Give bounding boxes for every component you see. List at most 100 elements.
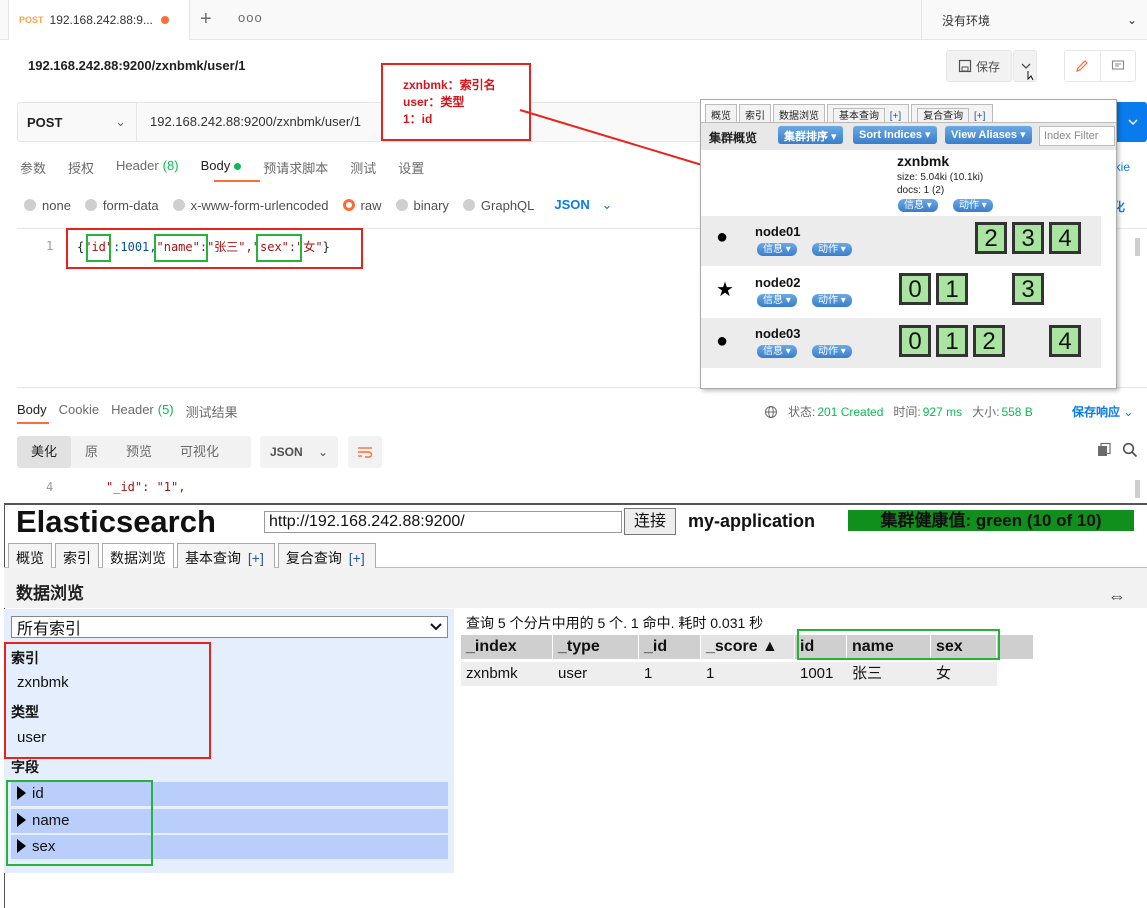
- search-icon[interactable]: [1122, 442, 1138, 458]
- shard-box[interactable]: 3: [1012, 273, 1044, 305]
- environment-selector[interactable]: 没有环境 ⌄: [921, 0, 1147, 40]
- cell-field-name[interactable]: 张三: [847, 662, 931, 686]
- resp-tab-header[interactable]: Header (5): [111, 402, 174, 421]
- popup-tab-basic-query-plus: [+]: [889, 111, 902, 122]
- tab-prerequest[interactable]: 预请求脚本: [263, 158, 328, 177]
- cell-index[interactable]: zxnbmk: [461, 662, 553, 686]
- radio-icon: [395, 199, 408, 211]
- save-button[interactable]: 保存: [946, 50, 1012, 82]
- copy-icon[interactable]: [1096, 442, 1112, 458]
- node-info-button[interactable]: 信息 ▾: [757, 243, 797, 256]
- node-info-button[interactable]: 信息 ▾: [757, 345, 797, 358]
- sort-indices-button[interactable]: Sort Indices ▾: [853, 126, 937, 144]
- index-select[interactable]: 所有索引: [11, 616, 448, 638]
- col-index[interactable]: _index: [461, 635, 553, 659]
- method-select[interactable]: POST ⌄: [17, 102, 137, 142]
- radio-none[interactable]: none: [24, 198, 71, 213]
- cell-id[interactable]: 1: [639, 662, 701, 686]
- send-dropdown-button[interactable]: [1117, 102, 1147, 142]
- view-raw[interactable]: 原: [71, 436, 112, 468]
- es-tab-overview[interactable]: 概览: [8, 543, 52, 568]
- tab-body[interactable]: Body: [201, 158, 242, 177]
- resize-handle-icon[interactable]: ⇔: [1108, 586, 1126, 607]
- es-tab-browser[interactable]: 数据浏览: [102, 543, 174, 568]
- cluster-url-input[interactable]: http://192.168.242.88:9200/: [264, 511, 622, 533]
- body-format-select[interactable]: JSON ⌄: [554, 197, 612, 213]
- col-id[interactable]: _id: [639, 635, 701, 659]
- popup-tab-indices[interactable]: 索引: [739, 104, 771, 124]
- response-scrollbar[interactable]: [1135, 480, 1140, 498]
- cell-score[interactable]: 1: [701, 662, 795, 686]
- save-icon: [958, 59, 972, 73]
- response-format-select[interactable]: JSON ⌄: [260, 436, 338, 468]
- resp-tab-cookie[interactable]: Cookie: [59, 402, 99, 421]
- shard-box[interactable]: 2: [975, 222, 1007, 254]
- radio-urlencoded[interactable]: x-www-form-urlencoded: [172, 198, 329, 213]
- popup-tab-compound-query[interactable]: 复合查询 [+]: [911, 104, 994, 124]
- shard-box[interactable]: 0: [899, 325, 931, 357]
- cluster-sort-button[interactable]: 集群排序 ▾: [778, 126, 843, 144]
- tab-tests[interactable]: 测试: [350, 158, 376, 177]
- shard-box[interactable]: 2: [973, 325, 1005, 357]
- cell-field-sex[interactable]: 女: [931, 662, 997, 686]
- save-response-button[interactable]: 保存响应 ⌄: [1072, 403, 1133, 420]
- master-node-circle-icon: ●: [716, 226, 729, 248]
- shard-box[interactable]: 0: [899, 273, 931, 305]
- node-info-button[interactable]: 信息 ▾: [757, 294, 797, 307]
- editor-scrollbar[interactable]: [1135, 238, 1140, 256]
- view-pretty[interactable]: 美化: [17, 436, 72, 468]
- annotation-line-index: zxnbmk：索引名: [403, 78, 496, 92]
- edit-doc-toggle[interactable]: [1064, 50, 1136, 82]
- index-info-button[interactable]: 信息 ▾: [898, 199, 938, 212]
- index-action-button[interactable]: 动作 ▾: [953, 199, 993, 212]
- es-tab-compound-query[interactable]: 复合查询 [+]: [277, 543, 376, 568]
- es-tab-compound-query-label: 复合查询: [285, 550, 342, 566]
- save-dropdown-button[interactable]: [1013, 50, 1037, 82]
- shard-box[interactable]: 1: [936, 325, 968, 357]
- request-tab[interactable]: POST 192.168.242.88:9...: [8, 0, 190, 40]
- body-type-radios: none form-data x-www-form-urlencoded raw…: [24, 197, 612, 213]
- tab-params[interactable]: 参数: [20, 158, 46, 177]
- chevron-down-icon: ⌄: [115, 114, 126, 129]
- radio-raw[interactable]: raw: [342, 198, 382, 213]
- pencil-icon[interactable]: [1065, 51, 1101, 81]
- resp-tab-body[interactable]: Body: [17, 402, 47, 421]
- cell-field-id[interactable]: 1001: [795, 662, 847, 686]
- radio-graphql[interactable]: GraphQL: [462, 198, 534, 213]
- es-tab-indices[interactable]: 索引: [55, 543, 99, 568]
- resp-tab-tests[interactable]: 测试结果: [186, 402, 238, 421]
- more-tabs-icon[interactable]: ooo: [238, 10, 263, 25]
- tab-headers[interactable]: Header (8): [116, 158, 179, 177]
- col-score[interactable]: _score ▲: [701, 635, 795, 659]
- cell-type[interactable]: user: [553, 662, 639, 686]
- globe-icon[interactable]: [764, 405, 778, 419]
- new-tab-plus-icon[interactable]: +: [200, 8, 212, 31]
- node-action-button[interactable]: 动作 ▾: [812, 243, 852, 256]
- shard-box[interactable]: 4: [1049, 325, 1081, 357]
- radio-form-data[interactable]: form-data: [84, 198, 159, 213]
- comment-icon[interactable]: [1101, 51, 1136, 81]
- chevron-down-icon: ⌄: [1126, 13, 1137, 27]
- es-tab-basic-query[interactable]: 基本查询 [+]: [177, 543, 275, 568]
- popup-tab-overview[interactable]: 概览: [705, 104, 737, 124]
- shard-box[interactable]: 4: [1049, 222, 1081, 254]
- popup-tab-browser[interactable]: 数据浏览: [773, 104, 825, 124]
- index-filter-input[interactable]: Index Filter: [1039, 126, 1115, 146]
- tab-settings[interactable]: 设置: [398, 158, 424, 177]
- radio-binary[interactable]: binary: [395, 198, 449, 213]
- col-type[interactable]: _type: [553, 635, 639, 659]
- view-aliases-button[interactable]: View Aliases ▾: [945, 126, 1032, 144]
- view-preview[interactable]: 预览: [112, 436, 166, 468]
- shard-box[interactable]: 3: [1012, 222, 1044, 254]
- view-visualize[interactable]: 可视化: [166, 436, 233, 468]
- shard-box[interactable]: 1: [936, 273, 968, 305]
- tab-auth[interactable]: 授权: [68, 158, 94, 177]
- popup-tab-basic-query[interactable]: 基本查询 [+]: [827, 104, 910, 124]
- connect-button[interactable]: 连接: [624, 508, 676, 535]
- cluster-health-badge: 集群健康值: green (10 of 10): [848, 510, 1134, 531]
- request-url-input[interactable]: 192.168.242.88:9200/zxnbmk/user/1: [150, 114, 361, 129]
- node-action-button[interactable]: 动作 ▾: [812, 345, 852, 358]
- wrap-lines-button[interactable]: [348, 436, 382, 468]
- node-action-button[interactable]: 动作 ▾: [812, 294, 852, 307]
- tab-headers-count: (8): [162, 158, 179, 173]
